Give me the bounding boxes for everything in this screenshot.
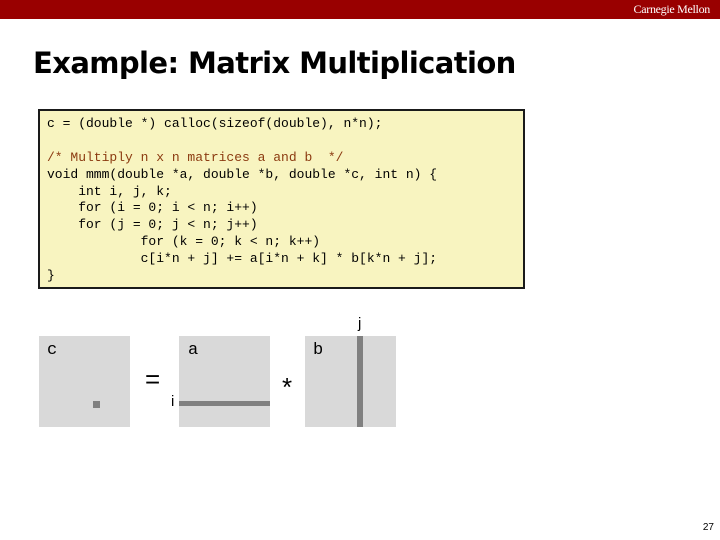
code-line: c = (double *) calloc(sizeof(double), n*…: [47, 116, 383, 131]
code-line: int i, j, k;: [47, 183, 172, 199]
col-j-highlight: [357, 336, 363, 427]
code-line: c[i*n + j] += a[i*n + k] * b[k*n + j];: [47, 251, 438, 267]
equals-sign: =: [145, 364, 161, 394]
matrix-b-label: b: [313, 341, 324, 360]
header-bar: Carnegie Mellon: [0, 0, 720, 19]
col-index-label: j: [358, 315, 362, 332]
matrix-b: b: [305, 336, 396, 427]
element-cij: [93, 401, 100, 408]
multiply-sign: *: [282, 372, 293, 402]
row-i-highlight: [179, 401, 270, 406]
code-line: void mmm(double *a, double *b, double *c…: [47, 166, 438, 182]
code-block: c = (double *) calloc(sizeof(double), n*…: [47, 116, 437, 285]
brand-label: Carnegie Mellon: [633, 2, 711, 16]
row-index-label: i: [171, 393, 175, 410]
code-line: for (k = 0; k < n; k++): [47, 234, 321, 250]
matrix-c: c: [39, 336, 130, 427]
matrix-a-label: a: [188, 341, 199, 360]
code-comment: /* Multiply n x n matrices a and b */: [47, 149, 344, 165]
matrix-c-label: c: [47, 341, 58, 360]
page-number: 27: [702, 522, 714, 533]
matrix-a: a: [179, 336, 270, 427]
code-box: c = (double *) calloc(sizeof(double), n*…: [38, 109, 525, 289]
slide-title: Example: Matrix Multiplication: [33, 46, 516, 80]
code-line: }: [47, 268, 55, 284]
code-line: for (i = 0; i < n; i++): [47, 200, 258, 216]
code-line: for (j = 0; j < n; j++): [47, 217, 258, 233]
